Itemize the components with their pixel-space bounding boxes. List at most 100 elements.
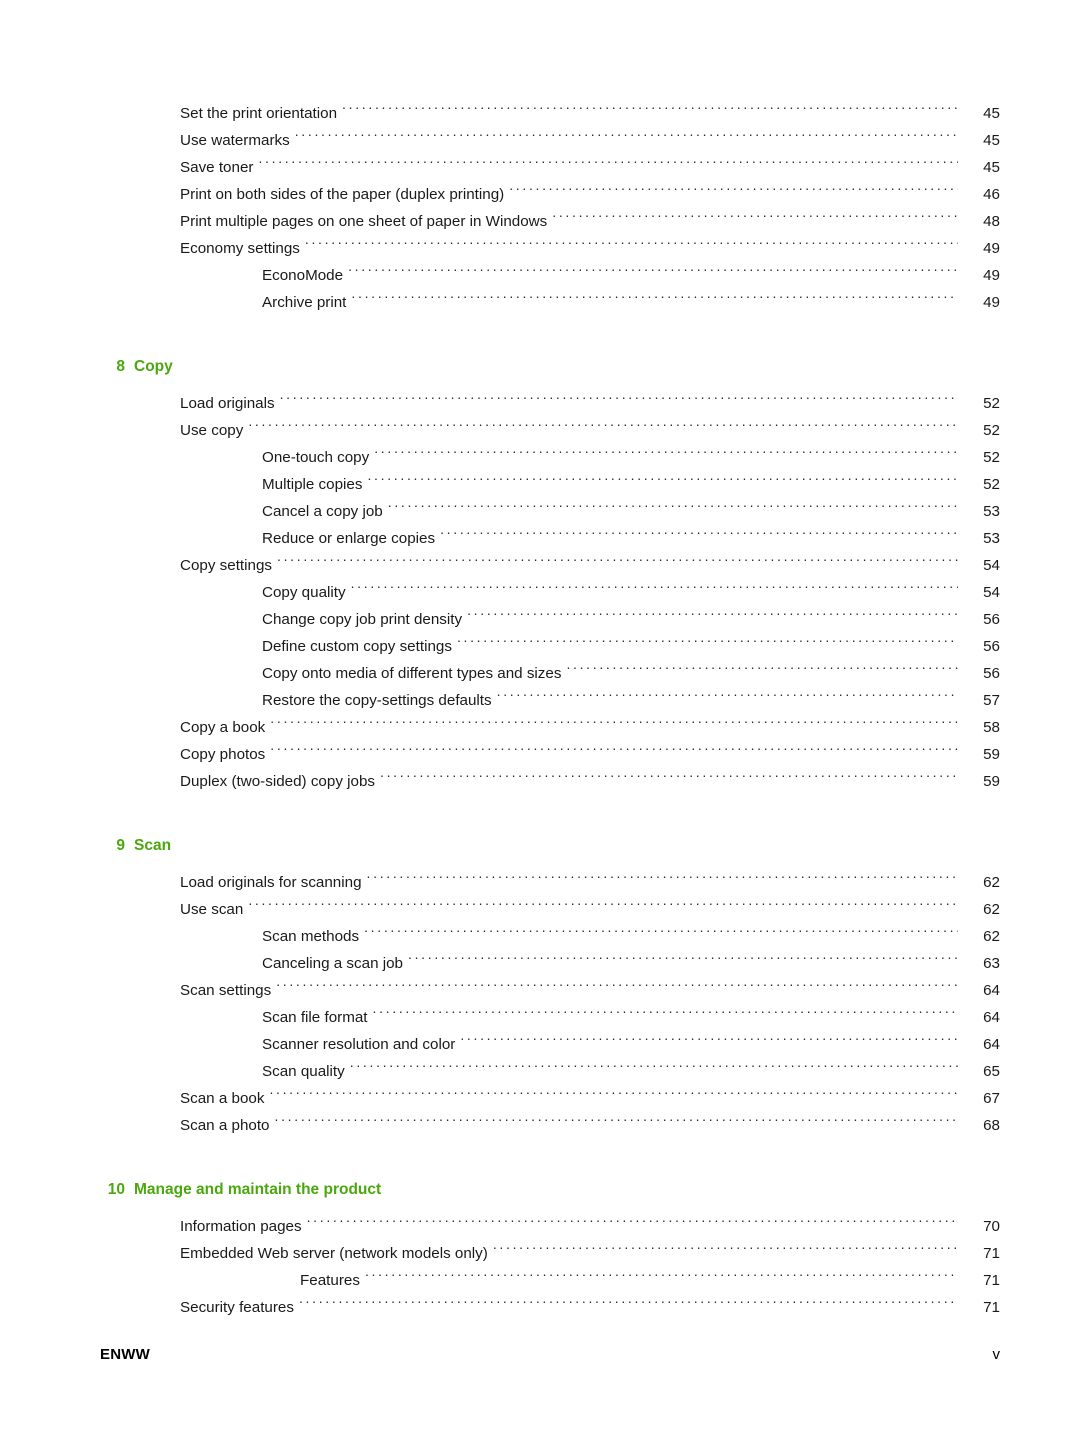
toc-entry[interactable]: Features 71 — [100, 1267, 1000, 1294]
dot-leader — [408, 953, 958, 968]
toc-entry[interactable]: Embedded Web server (network models only… — [100, 1240, 1000, 1267]
toc-entry[interactable]: Use watermarks 45 — [100, 127, 1000, 154]
toc-entry-label: Copy quality — [262, 584, 346, 601]
toc-entry[interactable]: Use copy 52 — [100, 417, 1000, 444]
dot-leader — [276, 980, 958, 995]
toc-entry-label: Copy photos — [180, 746, 266, 763]
toc-entry[interactable]: Print on both sides of the paper (duplex… — [100, 181, 1000, 208]
toc-entry[interactable]: Information pages 70 — [100, 1213, 1000, 1240]
toc-entry-page-number: 56 — [983, 638, 1000, 655]
toc-entry[interactable]: Scan methods 62 — [100, 923, 1000, 950]
toc-entry-page-number: 59 — [983, 773, 1000, 790]
toc-entry[interactable]: Scan a photo 68 — [100, 1112, 1000, 1139]
toc-entry-label: Scan a book — [180, 1090, 265, 1107]
toc-entry[interactable]: Multiple copies 52 — [100, 471, 1000, 498]
dot-leader — [270, 744, 958, 759]
toc-entry[interactable]: One-touch copy 52 — [100, 444, 1000, 471]
toc-entry-label: Load originals for scanning — [180, 874, 362, 891]
toc-entry-label: Print on both sides of the paper (duplex… — [180, 186, 505, 203]
toc-entry[interactable]: Use scan 62 — [100, 896, 1000, 923]
dot-leader — [350, 1061, 958, 1076]
dot-leader — [457, 636, 958, 651]
toc-entry[interactable]: Scan a book 67 — [100, 1085, 1000, 1112]
toc-entry-label: Information pages — [180, 1218, 302, 1235]
toc-entry[interactable]: Copy photos 59 — [100, 741, 1000, 768]
toc-entry-label: Embedded Web server (network models only… — [180, 1245, 488, 1262]
toc-entry-page-number: 56 — [983, 665, 1000, 682]
toc-entry-label: Reduce or enlarge copies — [262, 530, 436, 547]
dot-leader — [269, 1088, 958, 1103]
toc-entry[interactable]: Change copy job print density 56 — [100, 606, 1000, 633]
toc-entry-label: Scan a photo — [180, 1117, 270, 1134]
dot-leader — [365, 1270, 958, 1285]
toc-entry-page-number: 52 — [983, 476, 1000, 493]
toc-entry-page-number: 52 — [983, 395, 1000, 412]
toc-entry[interactable]: Economy settings 49 — [100, 235, 1000, 262]
toc-entry-label: Multiple copies — [262, 476, 363, 493]
toc-entry-page-number: 58 — [983, 719, 1000, 736]
dot-leader — [295, 130, 958, 145]
toc-entry-page-number: 52 — [983, 422, 1000, 439]
dot-leader — [305, 238, 958, 253]
toc-entry-label: Scan file format — [262, 1009, 368, 1026]
toc-entry-label: Cancel a copy job — [262, 503, 383, 520]
toc-entry[interactable]: Canceling a scan job 63 — [100, 950, 1000, 977]
toc-entry[interactable]: Restore the copy-settings defaults 57 — [100, 687, 1000, 714]
toc-entry[interactable]: Scan quality 65 — [100, 1058, 1000, 1085]
dot-leader — [467, 609, 958, 624]
toc-entry-page-number: 49 — [983, 267, 1000, 284]
toc-entry[interactable]: Scanner resolution and color 64 — [100, 1031, 1000, 1058]
dot-leader — [258, 157, 958, 172]
toc-entry-label: Scan settings — [180, 982, 272, 999]
toc-entry[interactable]: Copy a book 58 — [100, 714, 1000, 741]
toc-entry-label: Copy onto media of different types and s… — [262, 665, 562, 682]
toc-entry-page-number: 64 — [983, 1036, 1000, 1053]
toc-entry[interactable]: Cancel a copy job 53 — [100, 498, 1000, 525]
dot-leader — [440, 528, 958, 543]
toc-entry-label: Use watermarks — [180, 132, 290, 149]
toc-entry-label: Features — [300, 1272, 360, 1289]
dot-leader — [364, 926, 958, 941]
toc-entry[interactable]: Save toner 45 — [100, 154, 1000, 181]
toc-entry[interactable]: EconoMode 49 — [100, 262, 1000, 289]
dot-leader — [388, 501, 958, 516]
toc-entry-page-number: 45 — [983, 159, 1000, 176]
chapter-number: 8 — [116, 358, 125, 375]
toc-entry[interactable]: Scan settings 64 — [100, 977, 1000, 1004]
toc-entry[interactable]: Load originals 52 — [100, 390, 1000, 417]
chapter-title: Copy — [134, 358, 173, 375]
chapter-heading[interactable]: 10 Manage and maintain the product — [100, 1181, 1000, 1199]
dot-leader — [280, 393, 958, 408]
toc-entry-label: Use scan — [180, 901, 244, 918]
toc-entry-page-number: 45 — [983, 132, 1000, 149]
toc-entry[interactable]: Define custom copy settings 56 — [100, 633, 1000, 660]
toc-entry-label: Copy a book — [180, 719, 266, 736]
chapter-heading[interactable]: 9 Scan — [100, 837, 1000, 855]
toc-entry-page-number: 67 — [983, 1090, 1000, 1107]
toc-entry-page-number: 71 — [983, 1245, 1000, 1262]
toc-entry-label: Scanner resolution and color — [262, 1036, 456, 1053]
toc-entry-label: Copy settings — [180, 557, 273, 574]
toc-entry[interactable]: Reduce or enlarge copies 53 — [100, 525, 1000, 552]
dot-leader — [270, 717, 958, 732]
toc-entry[interactable]: Scan file format 64 — [100, 1004, 1000, 1031]
toc-entry-page-number: 62 — [983, 901, 1000, 918]
toc-entry[interactable]: Load originals for scanning 62 — [100, 869, 1000, 896]
chapter-number: 10 — [107, 1181, 125, 1198]
toc-page: Set the print orientation45Use watermark… — [0, 0, 1080, 1437]
toc-entry-label: EconoMode — [262, 267, 344, 284]
toc-entry[interactable]: Archive print 49 — [100, 289, 1000, 316]
toc-entry[interactable]: Copy settings 54 — [100, 552, 1000, 579]
chapter-heading[interactable]: 8 Copy — [100, 358, 1000, 376]
toc-entry[interactable]: Copy quality 54 — [100, 579, 1000, 606]
toc-entry-page-number: 68 — [983, 1117, 1000, 1134]
footer-locale-code: ENWW — [100, 1346, 150, 1363]
toc-entry-page-number: 54 — [983, 557, 1000, 574]
toc-entry[interactable]: Set the print orientation 45 — [100, 100, 1000, 127]
toc-entry[interactable]: Duplex (two-sided) copy jobs 59 — [100, 768, 1000, 795]
toc-entry-label: Save toner — [180, 159, 254, 176]
toc-entry-page-number: 53 — [983, 503, 1000, 520]
toc-entry[interactable]: Print multiple pages on one sheet of pap… — [100, 208, 1000, 235]
toc-entry[interactable]: Security features 71 — [100, 1294, 1000, 1321]
toc-entry[interactable]: Copy onto media of different types and s… — [100, 660, 1000, 687]
